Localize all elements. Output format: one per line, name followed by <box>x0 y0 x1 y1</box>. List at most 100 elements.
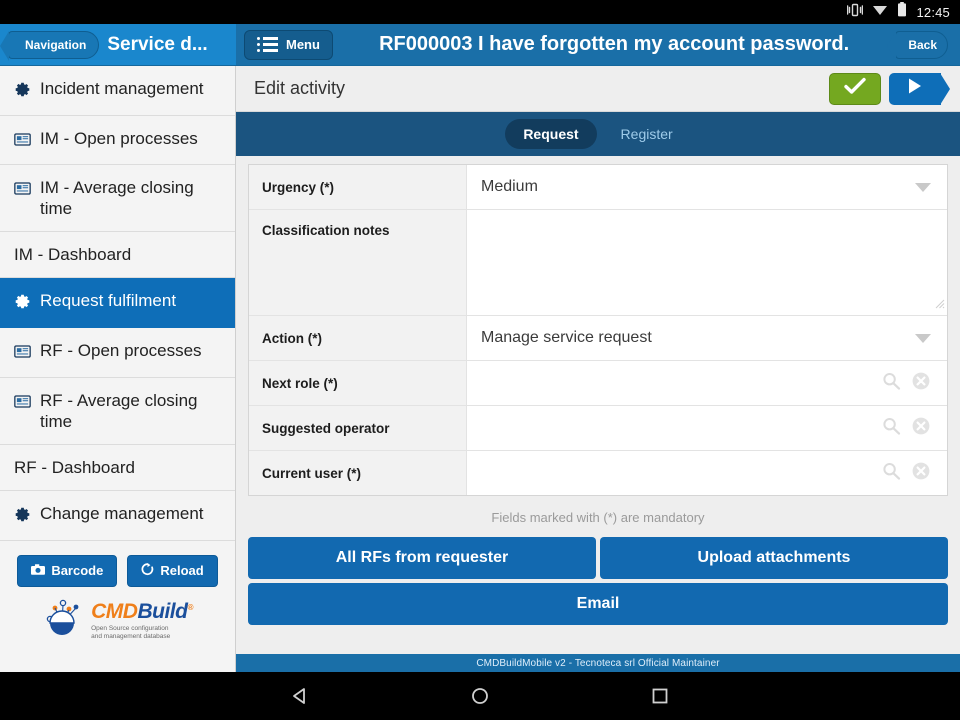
form-row-urgency: Urgency (*) Medium <box>249 165 947 210</box>
sidebar-action-buttons: Barcode Reload <box>0 541 235 593</box>
sidebar-item-label: RF - Average closing time <box>40 390 198 431</box>
report-icon <box>14 393 32 414</box>
barcode-button-label: Barcode <box>51 563 104 579</box>
main-header: Menu RF000003 I have forgotten my accoun… <box>236 24 960 66</box>
sidebar-item-im-dashboard[interactable]: IM - Dashboard <box>0 232 235 279</box>
sidebar-item-label: IM - Open processes <box>40 129 198 149</box>
tab-register[interactable]: Register <box>603 119 691 149</box>
back-button-label: Back <box>908 37 937 52</box>
cmdbuild-logo: CMDBuild® Open Source configuration and … <box>0 593 235 644</box>
app-footer: CMDBuildMobile v2 - Tecnoteca srl Offici… <box>236 654 960 672</box>
navigation-sidebar[interactable]: Incident management IM - Open processes … <box>0 66 236 672</box>
search-icon[interactable] <box>881 416 901 441</box>
chevron-down-icon <box>915 333 931 343</box>
gear-icon <box>14 81 32 103</box>
suggested-operator-lookup[interactable] <box>467 406 947 450</box>
email-button[interactable]: Email <box>248 583 948 625</box>
android-back-button[interactable] <box>210 686 390 706</box>
report-icon <box>14 343 32 364</box>
battery-icon <box>897 2 907 22</box>
next-role-lookup[interactable] <box>467 361 947 405</box>
page-title: Edit activity <box>254 78 346 98</box>
sidebar-item-label: Change management <box>40 503 204 523</box>
sidebar-item-rf-average-closing-time[interactable]: RF - Average closing time <box>0 378 235 445</box>
urgency-select[interactable]: Medium <box>467 165 947 209</box>
android-recents-button[interactable] <box>570 686 750 706</box>
confirm-button[interactable] <box>829 72 881 105</box>
chevron-down-icon <box>915 182 931 192</box>
form-row-next-role: Next role (*) <box>249 361 947 406</box>
cmdbuild-logo-tagline: Open Source configuration and management… <box>91 625 171 641</box>
form-row-suggested-operator: Suggested operator <box>249 406 947 451</box>
classification-notes-textarea[interactable] <box>467 210 947 315</box>
hamburger-icon <box>257 37 278 52</box>
sidebar-item-request-fulfilment[interactable]: Request fulfilment <box>0 278 235 329</box>
wifi-icon <box>872 3 888 21</box>
tab-bar[interactable]: Request Register <box>236 112 960 156</box>
clear-icon[interactable] <box>911 461 931 486</box>
field-label: Suggested operator <box>249 406 467 450</box>
reload-button-label: Reload <box>160 563 204 579</box>
reload-button[interactable]: Reload <box>127 554 218 587</box>
current-user-lookup[interactable] <box>467 451 947 495</box>
sidebar-item-label: RF - Dashboard <box>14 457 135 477</box>
cmdbuild-logo-mark <box>42 599 86 644</box>
refresh-icon <box>141 562 154 579</box>
navigation-button[interactable]: Navigation <box>0 30 100 61</box>
android-home-button[interactable] <box>390 686 570 706</box>
field-label: Urgency (*) <box>249 165 467 209</box>
clear-icon[interactable] <box>911 416 931 441</box>
sidebar-item-im-average-closing-time[interactable]: IM - Average closing time <box>0 165 235 233</box>
form-row-current-user: Current user (*) <box>249 451 947 495</box>
mandatory-fields-note: Fields marked with (*) are mandatory <box>491 510 705 525</box>
field-value: Medium <box>481 178 538 195</box>
status-bar-clock: 12:45 <box>916 4 950 20</box>
menu-button[interactable]: Menu <box>244 29 333 60</box>
action-select[interactable]: Manage service request <box>467 316 947 360</box>
camera-icon <box>31 563 46 578</box>
tab-request[interactable]: Request <box>505 119 597 149</box>
sidebar-header: Navigation Service d... <box>0 24 236 66</box>
upload-attachments-button[interactable]: Upload attachments <box>600 537 948 579</box>
gear-icon <box>14 506 32 528</box>
sidebar-item-change-management[interactable]: Change management <box>0 491 235 541</box>
sidebar-item-label: Request fulfilment <box>40 291 177 311</box>
advance-button[interactable] <box>889 72 950 105</box>
sidebar-item-im-open-processes[interactable]: IM - Open processes <box>0 116 235 166</box>
clear-icon[interactable] <box>911 371 931 396</box>
barcode-button[interactable]: Barcode <box>17 554 118 587</box>
form-row-action: Action (*) Manage service request <box>249 316 947 361</box>
android-navigation-bar <box>0 672 960 720</box>
report-icon <box>14 131 32 152</box>
search-icon[interactable] <box>881 371 901 396</box>
navigation-button-label: Navigation <box>25 37 87 52</box>
main-content: Edit activity Request Register Urgency (… <box>236 66 960 672</box>
device-screen: 12:45 Navigation Service d... Menu RF000… <box>0 0 960 720</box>
sidebar-item-incident-management[interactable]: Incident management <box>0 66 235 117</box>
app-header: Navigation Service d... Menu RF000003 I … <box>0 24 960 66</box>
cmdbuild-logo-text: CMDBuild® <box>91 600 193 624</box>
sidebar-item-rf-open-processes[interactable]: RF - Open processes <box>0 328 235 378</box>
record-title: RF000003 I have forgotten my account pas… <box>379 33 850 55</box>
menu-button-label: Menu <box>286 37 320 52</box>
sidebar-item-label: IM - Average closing time <box>40 178 194 219</box>
sidebar-item-label: RF - Open processes <box>40 341 202 361</box>
check-icon <box>844 77 866 100</box>
sidebar-item-label: IM - Dashboard <box>14 245 132 265</box>
activity-form: Urgency (*) Medium Classification notes <box>248 164 948 496</box>
gear-icon <box>14 293 32 315</box>
back-button[interactable]: Back <box>887 30 948 61</box>
field-value: Manage service request <box>481 329 652 346</box>
form-area: Urgency (*) Medium Classification notes <box>236 156 960 654</box>
all-rfs-from-requester-button[interactable]: All RFs from requester <box>248 537 596 579</box>
application-window: Navigation Service d... Menu RF000003 I … <box>0 24 960 672</box>
sidebar-item-rf-dashboard[interactable]: RF - Dashboard <box>0 445 235 491</box>
play-icon <box>906 77 924 100</box>
field-label: Classification notes <box>249 210 467 315</box>
search-icon[interactable] <box>881 461 901 486</box>
resize-grip-icon[interactable] <box>935 296 945 314</box>
report-icon <box>14 180 32 201</box>
activity-toolbar: Edit activity <box>236 66 960 112</box>
form-row-classification-notes: Classification notes <box>249 210 947 316</box>
action-buttons: All RFs from requester Upload attachment… <box>248 537 948 625</box>
